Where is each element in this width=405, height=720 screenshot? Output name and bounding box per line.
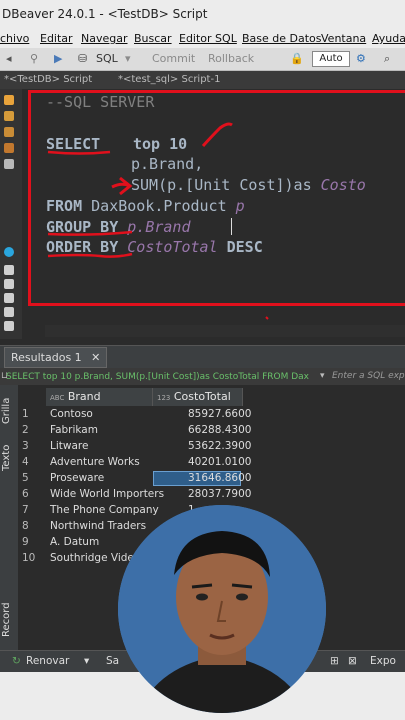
cell-brand[interactable]: Proseware [50,472,104,484]
presenter-avatar [118,505,326,713]
column-header-brand[interactable]: ABC Brand [46,388,153,406]
tab-grilla[interactable]: Grilla [1,393,17,429]
row-number: 4 [22,456,29,468]
cell-brand[interactable]: Southridge Video [50,552,140,564]
row-number: 5 [22,472,29,484]
filter-hint: Enter a SQL expr [332,371,405,381]
grid-icon[interactable]: ⊞ [330,655,339,667]
cell-costototal[interactable]: 40201.0100 [188,456,251,468]
save-button[interactable]: Sa [106,655,119,667]
presenter-face [118,505,326,713]
cell-brand[interactable]: A. Datum [50,536,99,548]
cell-costototal[interactable]: 53622.3900 [188,440,251,452]
table-row[interactable]: 4 Adventure Works 40201.0100 [20,455,251,471]
column-header-costototal[interactable]: 123 CostoTotal [153,388,243,406]
close-results-icon[interactable]: ⊠ [348,655,357,667]
row-number: 3 [22,440,29,452]
tab-record[interactable]: Record [1,600,17,640]
row-number: 2 [22,424,29,436]
editor-horizontal-scrollbar[interactable] [45,325,405,337]
refresh-icon[interactable]: ↻ [12,655,21,667]
row-number: 1 [22,408,29,420]
cell-costototal[interactable]: 66288.4300 [188,424,251,436]
cell-costototal[interactable]: 28037.7900 [188,488,251,500]
table-row[interactable]: 2 Fabrikam 66288.4300 [20,423,251,439]
results-filter-bar: ⊔ SELECT top 10 p.Brand, SUM(p.[Unit Cos… [0,368,405,385]
cell-brand[interactable]: Northwind Traders [50,520,146,532]
cell-costototal[interactable]: 85927.6600 [188,408,251,420]
table-row[interactable]: 3 Litware 53622.3900 [20,439,251,455]
table-row[interactable]: 1 Contoso 85927.6600 [20,407,251,423]
row-number: 6 [22,488,29,500]
sql-filter-input[interactable]: SELECT top 10 p.Brand, SUM(p.[Unit Cost]… [6,369,316,383]
row-number: 10 [22,552,36,564]
export-button[interactable]: Expo [370,655,396,667]
cell-brand[interactable]: The Phone Company [50,504,159,516]
dropdown-icon[interactable]: ▾ [84,655,89,667]
cell-costototal[interactable]: 31646.8600 [188,472,251,484]
cell-brand[interactable]: Fabrikam [50,424,98,436]
cell-brand[interactable]: Litware [50,440,88,452]
results-view-tabs: Grilla Texto Record [0,385,18,650]
dropdown-icon[interactable]: ▾ [320,368,325,385]
tab-results-1[interactable]: Resultados 1 ✕ [4,347,108,368]
handwritten-annotations [47,122,269,320]
row-number: 9 [22,536,29,548]
cell-brand[interactable]: Adventure Works [50,456,140,468]
cell-brand[interactable]: Wide World Importers [50,488,164,500]
refresh-button[interactable]: Renovar [26,655,69,667]
text-cursor [231,218,232,235]
row-number: 7 [22,504,29,516]
table-row[interactable]: 6 Wide World Importers 28037.7900 [20,487,251,503]
table-row[interactable]: 5 Proseware 31646.8600 [20,471,251,487]
row-number: 8 [22,520,29,532]
tab-texto[interactable]: Texto [1,440,17,476]
results-tab-bar: Resultados 1 ✕ [0,345,405,368]
close-icon[interactable]: ✕ [91,351,100,364]
cell-brand[interactable]: Contoso [50,408,93,420]
